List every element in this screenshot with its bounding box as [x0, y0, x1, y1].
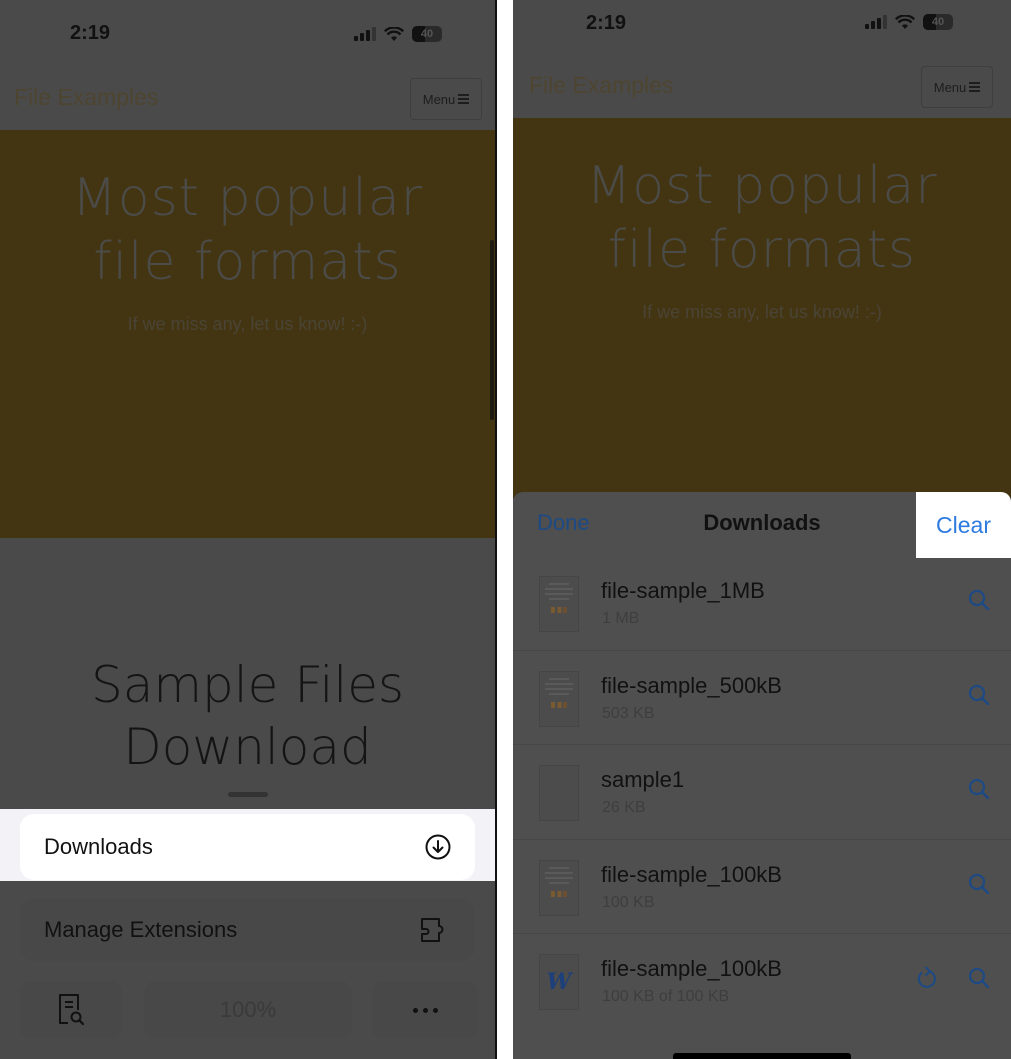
manage-extensions-label: Manage Extensions: [44, 917, 238, 942]
downloads-header: Done Downloads Clear: [513, 492, 1011, 558]
more-icon: [412, 1007, 438, 1013]
battery-icon: 40: [412, 26, 442, 42]
left-screenshot: 2:19 40 File Examples Menu Most popular …: [0, 0, 497, 1059]
magnifying-glass-icon[interactable]: [965, 964, 993, 992]
find-on-page-button[interactable]: [20, 981, 122, 1039]
word-document-icon: W: [539, 954, 579, 1010]
magnifying-glass-icon[interactable]: [965, 586, 993, 614]
status-time: 2:19: [70, 22, 111, 44]
site-logo[interactable]: File Examples: [14, 84, 158, 111]
section-title: Sample Files Download: [90, 656, 405, 776]
download-circle-icon: [425, 834, 451, 860]
site-menu-button[interactable]: Menu: [921, 66, 993, 108]
site-header: File Examples Menu: [0, 70, 495, 130]
downloads-list: file-sample_1MB 1 MB file-sample_500kB 5…: [513, 556, 1011, 1029]
download-item[interactable]: file-sample_100kB 100 KB: [513, 840, 1011, 934]
hero-title: Most popular file formats: [71, 168, 424, 292]
file-size: 100 KB: [602, 893, 655, 911]
magnifying-glass-icon[interactable]: [965, 681, 993, 709]
blank-file-thumbnail-icon: [539, 765, 579, 821]
toolbar-row: 100%: [20, 981, 478, 1039]
scroll-indicator[interactable]: [490, 240, 494, 420]
hamburger-icon: [969, 82, 981, 92]
hero-banner: Most popular file formats If we miss any…: [0, 130, 495, 538]
hero-subtitle: If we miss any, let us know! :-): [127, 314, 368, 334]
file-size: 26 KB: [602, 799, 646, 816]
document-thumbnail-icon: [539, 576, 579, 632]
wifi-icon: [384, 26, 404, 41]
file-name: file-sample_100kB: [601, 956, 782, 981]
file-size: 503 KB: [602, 704, 655, 722]
right-screenshot: 2:19 40 File Examples Menu Most popular …: [513, 0, 1011, 1059]
status-icons: 40: [354, 26, 442, 42]
magnifying-glass-icon[interactable]: [965, 775, 993, 803]
status-icons: 40: [865, 14, 953, 30]
sheet-grabber[interactable]: [228, 792, 268, 797]
home-indicator[interactable]: [673, 1053, 851, 1059]
more-options-button[interactable]: [372, 981, 478, 1039]
downloads-menu-item[interactable]: Downloads: [20, 814, 475, 880]
magnifying-glass-icon[interactable]: [965, 870, 993, 898]
status-bar: 2:19 40: [0, 0, 495, 70]
menu-label: Menu: [422, 91, 456, 107]
hero-title: Most popular file formats: [586, 156, 938, 280]
site-header: File Examples Menu: [513, 58, 1011, 118]
cellular-signal-icon: [354, 27, 376, 41]
download-item[interactable]: W file-sample_100kB 100 KB of 100 KB: [513, 934, 1011, 1029]
hero-banner: Most popular file formats If we miss any…: [513, 118, 1011, 498]
file-name: file-sample_100kB: [601, 861, 782, 887]
file-size: 100 KB of 100 KB: [602, 988, 730, 1005]
hero-subtitle: If we miss any, let us know! :-): [642, 302, 882, 322]
hamburger-icon: [458, 94, 470, 104]
download-item[interactable]: file-sample_1MB 1 MB: [513, 556, 1011, 651]
site-menu-button[interactable]: Menu: [410, 78, 482, 120]
site-logo[interactable]: File Examples: [529, 72, 673, 99]
puzzle-piece-icon: [421, 918, 444, 942]
zoom-level-button[interactable]: 100%: [144, 981, 352, 1039]
document-thumbnail-icon: [539, 670, 579, 727]
file-name: file-sample_1MB: [601, 578, 765, 603]
file-name: sample1: [601, 767, 685, 792]
download-item[interactable]: sample1 26 KB: [513, 745, 1011, 840]
document-thumbnail-icon: [539, 859, 579, 916]
cellular-signal-icon: [865, 15, 887, 29]
clear-label: Clear: [936, 511, 991, 538]
downloads-label: Downloads: [44, 834, 153, 859]
battery-icon: 40: [923, 14, 953, 30]
download-item[interactable]: file-sample_500kB 503 KB: [513, 651, 1011, 745]
document-search-icon: [59, 994, 85, 1026]
wifi-icon: [895, 14, 915, 29]
file-size: 1 MB: [602, 610, 640, 627]
manage-extensions-menu-item[interactable]: Manage Extensions: [20, 899, 475, 961]
menu-label: Menu: [933, 79, 967, 95]
clear-button[interactable]: Clear: [916, 492, 1011, 558]
zoom-level: 100%: [219, 997, 277, 1022]
file-name: file-sample_500kB: [601, 672, 782, 698]
downloads-sheet: Done Downloads Clear file-sample_1MB 1 M…: [513, 492, 1011, 1059]
reload-icon[interactable]: [913, 964, 941, 992]
status-time: 2:19: [586, 12, 627, 34]
